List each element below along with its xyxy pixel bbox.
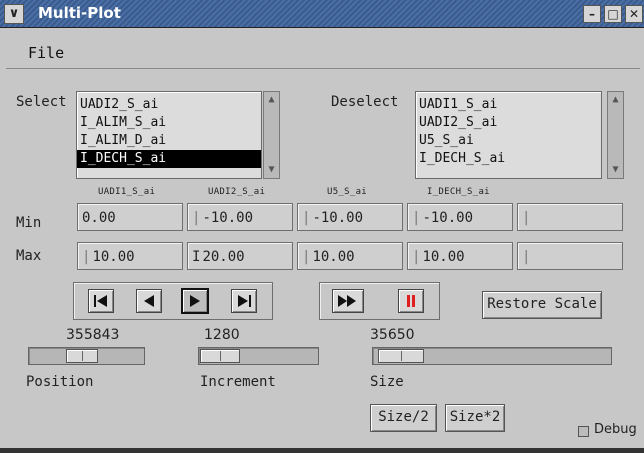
- max-field[interactable]: | 10.00: [297, 242, 403, 270]
- select-item[interactable]: I_ALIM_D_ai: [77, 132, 261, 150]
- maximize-icon[interactable]: □: [604, 5, 622, 23]
- file-menu[interactable]: File: [28, 44, 64, 62]
- increment-label: Increment: [200, 374, 276, 390]
- play-icon[interactable]: [181, 288, 209, 314]
- column-header: U5_S_ai: [327, 187, 368, 197]
- slider-thumb[interactable]: [200, 349, 240, 363]
- fast-forward-icon[interactable]: [332, 289, 364, 313]
- restore-scale-button[interactable]: Restore Scale: [482, 291, 602, 319]
- increment-slider[interactable]: [198, 347, 319, 365]
- max-field[interactable]: |: [517, 242, 623, 270]
- column-header: UADI1_S_ai: [98, 187, 156, 197]
- playback-controls: [73, 282, 273, 320]
- size-value: 35650: [370, 327, 415, 343]
- scroll-down-icon[interactable]: ▼: [609, 163, 622, 177]
- min-label: Min: [16, 215, 42, 231]
- skip-to-end-icon[interactable]: [231, 289, 257, 313]
- debug-label: Debug: [594, 422, 637, 437]
- column-header: UADI2_S_ai: [208, 187, 266, 197]
- title-bar[interactable]: ∨ Multi-Plot – □ ✕: [0, 0, 644, 28]
- select-item[interactable]: I_ALIM_S_ai: [77, 114, 261, 132]
- size-double-button[interactable]: Size*2: [445, 404, 505, 432]
- size-half-button[interactable]: Size/2: [370, 404, 437, 432]
- position-label: Position: [26, 374, 94, 390]
- deselect-label: Deselect: [331, 94, 399, 110]
- column-header: I_DECH_S_ai: [427, 187, 490, 197]
- skip-to-start-icon[interactable]: [88, 289, 114, 313]
- deselect-item[interactable]: I_DECH_S_ai: [416, 150, 601, 168]
- max-field[interactable]: | 10.00: [407, 242, 513, 270]
- deselect-item[interactable]: UADI2_S_ai: [416, 114, 601, 132]
- step-back-icon[interactable]: [136, 289, 162, 313]
- minimize-icon[interactable]: –: [583, 5, 601, 23]
- deselect-item[interactable]: U5_S_ai: [416, 132, 601, 150]
- pause-icon[interactable]: [398, 289, 424, 313]
- size-label: Size: [370, 374, 404, 390]
- window-bottom-edge: [0, 448, 644, 453]
- select-label: Select: [16, 94, 67, 110]
- window-title: Multi-Plot: [38, 4, 121, 22]
- min-field[interactable]: | -10.00: [407, 203, 513, 231]
- deselect-listbox[interactable]: UADI1_S_ai UADI2_S_ai U5_S_ai I_DECH_S_a…: [415, 91, 602, 179]
- min-field[interactable]: | -10.00: [297, 203, 403, 231]
- slider-thumb[interactable]: [377, 349, 424, 363]
- debug-checkbox[interactable]: [578, 426, 589, 437]
- deselect-scrollbar[interactable]: ▲ ▼: [607, 91, 624, 179]
- menu-bar: File: [6, 28, 640, 69]
- scroll-up-icon[interactable]: ▲: [609, 93, 622, 107]
- position-value: 355843: [66, 327, 120, 343]
- multi-plot-window: ∨ Multi-Plot – □ ✕ File Select UADI2_S_a…: [0, 0, 644, 453]
- select-listbox[interactable]: UADI2_S_ai I_ALIM_S_ai I_ALIM_D_ai I_DEC…: [76, 91, 262, 179]
- select-item-selected[interactable]: I_DECH_S_ai: [77, 150, 261, 168]
- select-scrollbar[interactable]: ▲ ▼: [263, 91, 280, 179]
- max-field[interactable]: | 10.00: [77, 242, 183, 270]
- size-slider[interactable]: [372, 347, 612, 365]
- position-slider[interactable]: [28, 347, 145, 365]
- fast-controls: [319, 282, 440, 320]
- min-field[interactable]: |: [517, 203, 623, 231]
- min-field[interactable]: | -10.00: [187, 203, 293, 231]
- max-field[interactable]: I 20.00: [187, 242, 293, 270]
- scroll-down-icon[interactable]: ▼: [265, 163, 278, 177]
- max-label: Max: [16, 248, 42, 264]
- min-field[interactable]: 0.00: [77, 203, 183, 231]
- window-menu-icon[interactable]: ∨: [4, 4, 24, 24]
- increment-value: 1280: [204, 327, 240, 343]
- deselect-item[interactable]: UADI1_S_ai: [416, 96, 601, 114]
- scroll-up-icon[interactable]: ▲: [265, 93, 278, 107]
- select-item[interactable]: UADI2_S_ai: [77, 96, 261, 114]
- close-icon[interactable]: ✕: [625, 5, 643, 23]
- slider-thumb[interactable]: [66, 349, 99, 363]
